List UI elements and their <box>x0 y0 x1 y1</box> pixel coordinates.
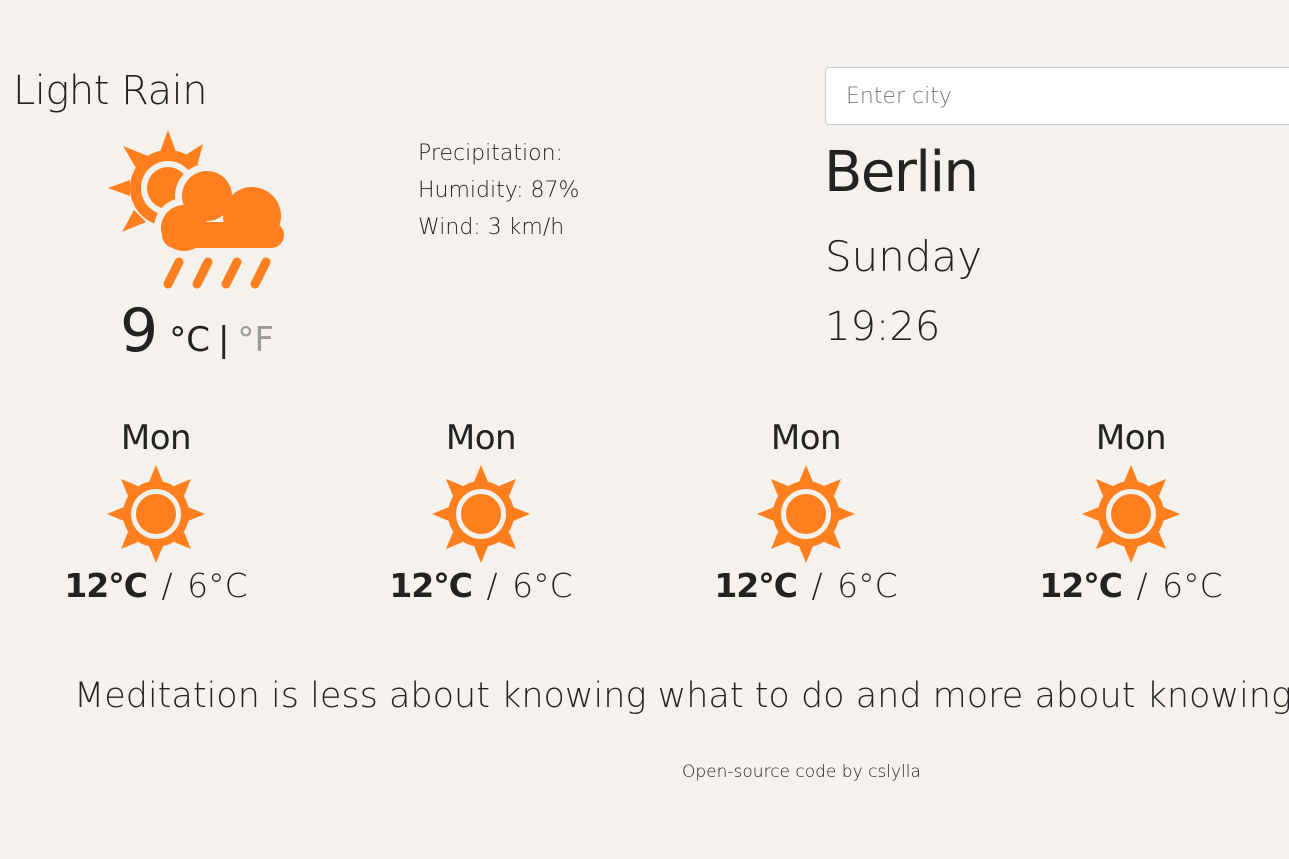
unit-separator: | <box>217 320 230 360</box>
forecast-temps: 12°C / 6°C <box>1001 566 1261 605</box>
sun-icon <box>757 465 855 563</box>
forecast-temps: 12°C / 6°C <box>676 566 936 605</box>
forecast-temps: 12°C / 6°C <box>351 566 611 605</box>
celsius-toggle[interactable]: °C <box>169 320 210 360</box>
fahrenheit-toggle[interactable]: °F <box>237 320 274 360</box>
forecast-low: 6°C <box>1162 566 1223 605</box>
forecast-separator: / <box>1136 566 1148 605</box>
forecast-high: 12°C <box>1039 566 1123 605</box>
forecast-day-label: Mon <box>1095 418 1167 458</box>
forecast-day-3: Mon 12°C / 6°C <box>676 415 936 605</box>
sun-icon <box>1082 465 1180 563</box>
forecast-high: 12°C <box>714 566 798 605</box>
forecast-high: 12°C <box>64 566 148 605</box>
forecast-separator: / <box>161 566 173 605</box>
precipitation-text: Precipitation: <box>418 141 563 166</box>
humidity-text: Humidity: 87% <box>418 178 580 203</box>
forecast-low: 6°C <box>837 566 898 605</box>
quote-text: Meditation is less about knowing what to… <box>74 676 1289 716</box>
weather-details: Precipitation: Humidity: 87% Wind: 3 km/… <box>418 135 579 246</box>
forecast-day-2: Mon 12°C / 6°C <box>351 415 611 605</box>
day-name: Sunday <box>825 232 983 281</box>
forecast-low: 6°C <box>512 566 573 605</box>
forecast-low: 6°C <box>187 566 248 605</box>
wind-text: Wind: 3 km/h <box>418 215 565 240</box>
forecast-day-1: Mon 12°C / 6°C <box>26 415 286 605</box>
footer-author: by cslylla <box>836 762 921 782</box>
current-condition: Light Rain <box>13 68 208 114</box>
forecast-separator: / <box>811 566 823 605</box>
forecast-temps: 12°C / 6°C <box>26 566 286 605</box>
source-code-link[interactable]: Open-source code <box>682 762 836 782</box>
forecast-day-4: Mon 12°C / 6°C <box>1001 415 1261 605</box>
city-search-input[interactable] <box>825 67 1289 125</box>
footer: Open-source code by cslylla <box>682 762 921 782</box>
sun-icon <box>432 465 530 563</box>
current-temperature: 9 °C | °F <box>120 296 274 366</box>
forecast-day-label: Mon <box>120 418 192 458</box>
forecast-day-label: Mon <box>770 418 842 458</box>
forecast-day-label: Mon <box>445 418 517 458</box>
sun-cloud-rain-icon <box>108 130 289 289</box>
forecast-separator: / <box>486 566 498 605</box>
city-name: Berlin <box>824 140 979 205</box>
forecast-high: 12°C <box>389 566 473 605</box>
sun-icon <box>107 465 205 563</box>
temperature-value: 9 <box>120 296 158 366</box>
local-time: 19:26 <box>825 304 941 350</box>
